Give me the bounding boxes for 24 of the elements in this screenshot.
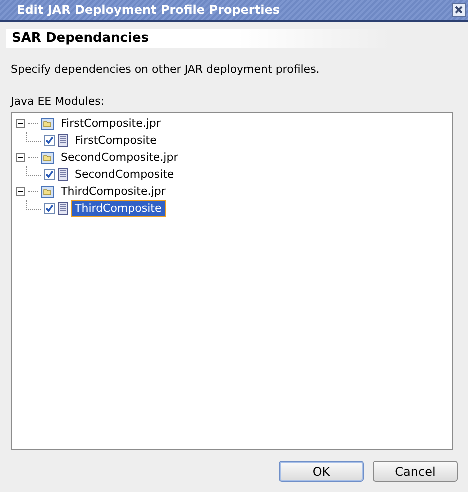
collapse-toggle[interactable] (16, 119, 25, 128)
document-icon (58, 134, 68, 147)
tree-item[interactable]: ThirdComposite (71, 200, 166, 217)
tree-item[interactable]: ThirdComposite.jpr (57, 183, 170, 200)
checkbox[interactable] (44, 135, 55, 146)
tree-item[interactable]: FirstComposite (71, 132, 161, 149)
close-button[interactable] (452, 3, 466, 17)
folder-icon (41, 186, 54, 198)
document-icon (58, 168, 68, 181)
ok-button[interactable]: OK (279, 461, 364, 482)
tree-item[interactable]: FirstComposite.jpr (57, 115, 165, 132)
collapse-toggle[interactable] (16, 153, 25, 162)
window-title: Edit JAR Deployment Profile Properties (17, 3, 280, 17)
cancel-button[interactable]: Cancel (373, 461, 458, 482)
folder-icon (41, 118, 54, 130)
collapse-toggle[interactable] (16, 187, 25, 196)
description-text: Specify dependencies on other JAR deployment profiles. (11, 63, 321, 76)
checkbox[interactable] (44, 169, 55, 180)
document-icon (58, 202, 68, 215)
folder-icon (41, 152, 54, 164)
tree-item[interactable]: SecondComposite.jpr (57, 149, 182, 166)
tree-item[interactable]: SecondComposite (71, 166, 178, 183)
modules-label: Java EE Modules: (11, 95, 106, 108)
checkbox[interactable] (44, 203, 55, 214)
